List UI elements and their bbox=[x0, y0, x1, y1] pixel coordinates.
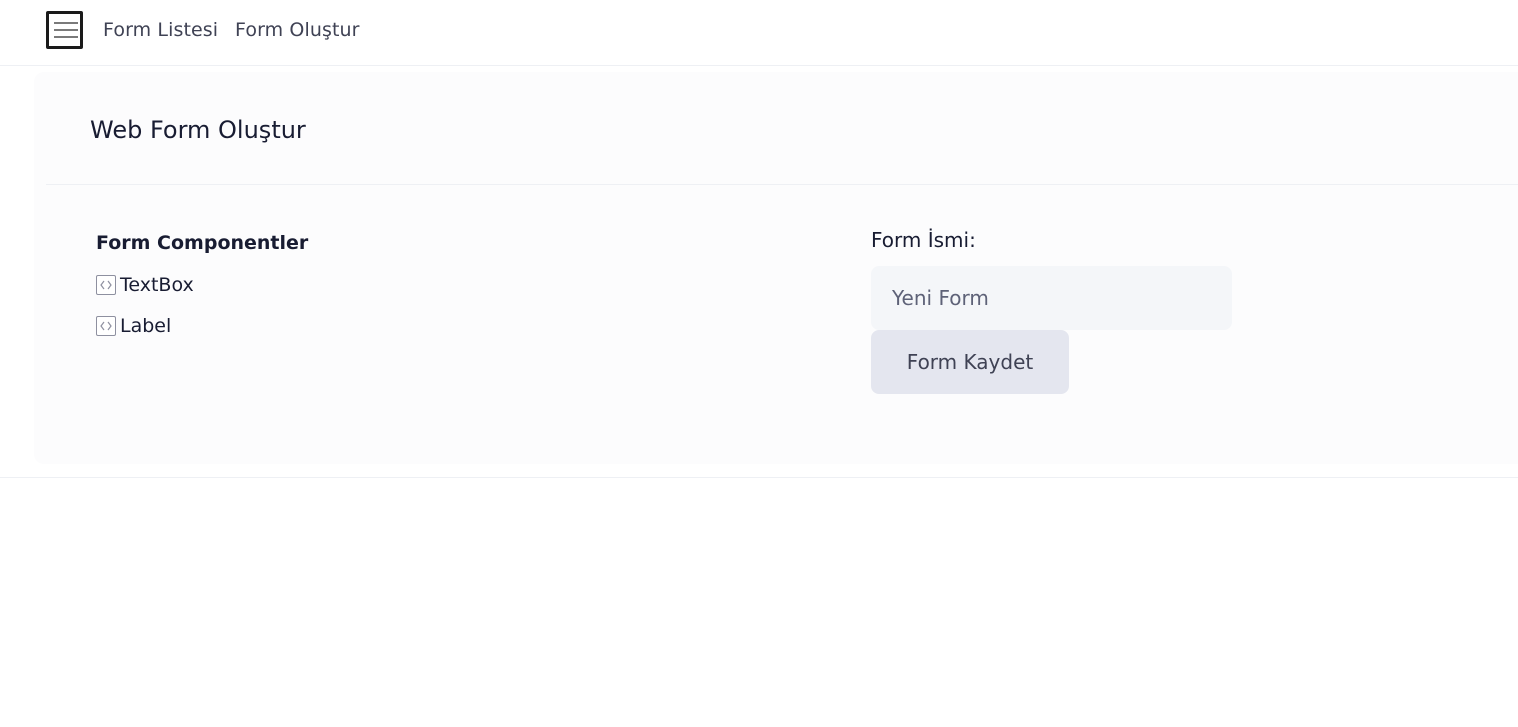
code-icon bbox=[96, 316, 116, 336]
card-header: Web Form Oluştur bbox=[46, 72, 1518, 185]
page-title: Web Form Oluştur bbox=[90, 116, 306, 144]
code-icon bbox=[96, 275, 116, 295]
nav-link-form-olustur[interactable]: Form Oluştur bbox=[235, 19, 360, 41]
save-form-button[interactable]: Form Kaydet bbox=[871, 330, 1069, 394]
hamburger-line bbox=[54, 36, 78, 38]
form-name-label: Form İsmi: bbox=[871, 228, 976, 252]
hamburger-line bbox=[54, 29, 78, 31]
form-name-input[interactable] bbox=[871, 266, 1232, 330]
form-builder-card: Web Form Oluştur bbox=[34, 72, 1518, 464]
hamburger-line bbox=[54, 22, 78, 24]
component-item-textbox[interactable]: TextBox bbox=[96, 274, 194, 296]
component-item-label-text: Label bbox=[120, 315, 172, 337]
component-item-label: TextBox bbox=[120, 274, 194, 296]
components-panel: Form Componentler TextBox Label bbox=[96, 232, 309, 337]
divider bbox=[0, 477, 1518, 478]
top-navbar: Form Listesi Form Oluştur bbox=[0, 0, 1518, 66]
components-title: Form Componentler bbox=[96, 232, 309, 254]
nav-link-form-listesi[interactable]: Form Listesi bbox=[103, 19, 218, 41]
hamburger-menu-icon[interactable] bbox=[46, 11, 83, 49]
component-item-label[interactable]: Label bbox=[96, 315, 171, 337]
